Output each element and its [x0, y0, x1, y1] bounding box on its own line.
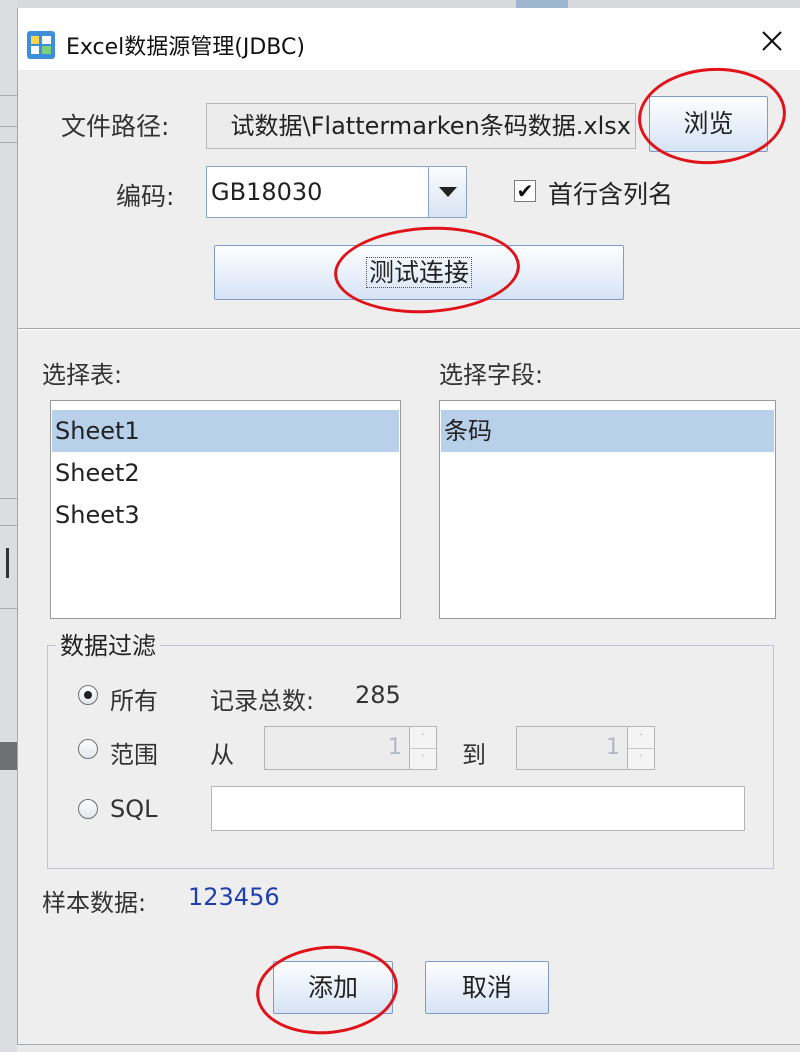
radio-range-label: 范围 [110, 741, 158, 769]
radio-sql-label: SQL [110, 795, 158, 823]
list-item-barcode[interactable]: 条码 [441, 410, 774, 452]
select-table-label: 选择表: [42, 361, 123, 389]
radio-sql[interactable] [78, 799, 98, 819]
range-from-spin-buttons: · · [409, 727, 436, 769]
background-app-strip [0, 0, 800, 8]
file-path-value: 试数据\Flattermarken条码数据.xlsx [230, 112, 631, 140]
range-from-spinner[interactable]: 1 · · [264, 726, 437, 770]
file-path-label: 文件路径: [61, 112, 170, 141]
radio-all[interactable] [78, 685, 98, 705]
background-dark-block [0, 742, 17, 770]
test-connection-label: 测试连接 [365, 257, 472, 288]
separator [18, 328, 800, 330]
cancel-button[interactable]: 取消 [425, 961, 549, 1014]
background-app-tab [516, 0, 568, 8]
background-cursor-mark [6, 548, 9, 578]
record-total-value: 285 [355, 681, 401, 709]
range-to-label: 到 [462, 741, 486, 769]
background-divider [0, 498, 17, 499]
range-to-value: 1 [606, 735, 620, 760]
range-from-value: 1 [388, 735, 402, 760]
file-path-field[interactable]: 试数据\Flattermarken条码数据.xlsx [206, 103, 636, 149]
data-filter-title: 数据过滤 [56, 626, 160, 661]
excel-datasource-dialog: Excel数据源管理(JDBC) 文件路径: 试数据\Flattermarken… [17, 8, 800, 1045]
select-field-label: 选择字段: [439, 361, 544, 389]
add-button[interactable]: 添加 [273, 961, 393, 1014]
encoding-value: GB18030 [211, 178, 323, 206]
test-connection-button[interactable]: 测试连接 [214, 245, 624, 300]
radio-range[interactable] [78, 739, 98, 759]
first-row-header-label: 首行含列名 [548, 180, 674, 209]
background-divider [0, 608, 17, 609]
range-to-spin-buttons: · · [627, 727, 654, 769]
list-item-sheet3[interactable]: Sheet3 [52, 494, 399, 536]
title-bar: Excel数据源管理(JDBC) [18, 8, 800, 70]
table-list[interactable]: Sheet1 Sheet2 Sheet3 [50, 400, 401, 619]
list-item-sheet1[interactable]: Sheet1 [52, 410, 399, 452]
background-app-edge [0, 0, 17, 1052]
background-divider [0, 126, 17, 127]
first-row-header-checkbox[interactable]: ✔ [514, 180, 536, 202]
sample-data-label: 样本数据: [42, 889, 147, 917]
sample-data-value: 123456 [188, 883, 280, 911]
window-title: Excel数据源管理(JDBC) [66, 35, 305, 60]
sql-input[interactable] [211, 786, 745, 831]
list-item-sheet2[interactable]: Sheet2 [52, 452, 399, 494]
background-divider [0, 95, 17, 96]
range-from-label: 从 [210, 741, 234, 769]
background-divider [0, 525, 17, 526]
range-to-spinner[interactable]: 1 · · [516, 726, 655, 770]
encoding-label: 编码: [116, 182, 175, 211]
spin-down-icon[interactable]: · [410, 748, 436, 769]
spin-up-icon[interactable]: · [628, 727, 654, 749]
database-sheet-icon [27, 31, 55, 59]
browse-button[interactable]: 浏览 [649, 96, 768, 152]
background-divider [0, 142, 17, 143]
record-total-label: 记录总数: [210, 687, 315, 715]
spin-down-icon[interactable]: · [628, 748, 654, 769]
chevron-down-icon[interactable] [428, 167, 466, 217]
close-icon[interactable] [757, 26, 787, 56]
encoding-select[interactable]: GB18030 [206, 166, 467, 218]
spin-up-icon[interactable]: · [410, 727, 436, 749]
radio-all-label: 所有 [110, 687, 158, 715]
field-list[interactable]: 条码 [439, 400, 776, 619]
